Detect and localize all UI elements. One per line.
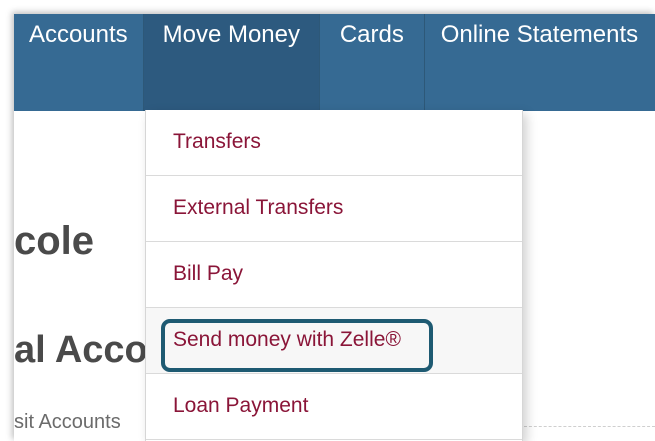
menu-item-loan-payment[interactable]: Loan Payment	[146, 374, 522, 440]
page-title: cole	[14, 219, 95, 263]
section-heading: al Acco	[14, 329, 148, 371]
nav-cards[interactable]: Cards	[320, 14, 424, 111]
dotted-divider	[524, 426, 655, 427]
menu-item-transfers[interactable]: Transfers	[146, 110, 522, 176]
menu-item-send-money-zelle[interactable]: Send money with Zelle®	[146, 308, 522, 374]
menu-item-external-transfers[interactable]: External Transfers	[146, 176, 522, 242]
nav-online-statements[interactable]: Online Statements	[425, 14, 655, 111]
subsection-label: sit Accounts	[14, 411, 121, 433]
browser-viewport: Accounts Move Money Cards Online Stateme…	[14, 14, 655, 441]
nav-accounts[interactable]: Accounts	[14, 14, 143, 111]
move-money-dropdown: Transfers External Transfers Bill Pay Se…	[145, 110, 523, 441]
nav-move-money[interactable]: Move Money	[143, 14, 320, 111]
main-navigation: Accounts Move Money Cards Online Stateme…	[14, 14, 655, 111]
menu-item-bill-pay[interactable]: Bill Pay	[146, 242, 522, 308]
